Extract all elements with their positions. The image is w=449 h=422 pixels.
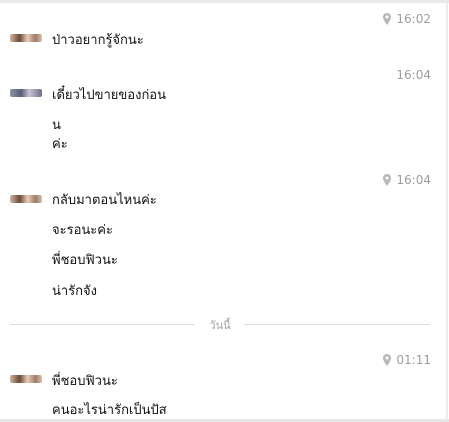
avatar[interactable] [10,375,42,383]
timestamp-text: 01:11 [396,353,431,367]
avatar[interactable] [10,195,42,203]
chat-message[interactable]: ค่ะ [52,137,68,153]
timestamp-text: 16:02 [396,12,431,26]
date-divider-line [10,324,195,325]
scrollbar-track[interactable] [446,0,448,422]
avatar[interactable] [10,34,42,42]
timestamp-text: 16:04 [396,173,431,187]
chat-message[interactable]: จะรอนะค่ะ [52,223,113,239]
location-pin-icon [383,174,392,186]
location-pin-icon [383,13,392,25]
avatar[interactable] [10,89,42,97]
date-divider-label: วันนี้ [209,319,231,332]
chat-message[interactable]: พี่ชอบฟิวนะ [52,253,118,269]
top-border [0,0,449,3]
date-divider-line [244,324,430,325]
message-timestamp: 16:02 [382,12,431,26]
chat-message[interactable]: น่ารักจัง [52,284,97,300]
chat-message[interactable]: ป่าวอยากรู้จักนะ [52,33,144,49]
message-timestamp: 16:04 [396,68,431,82]
message-timestamp: 16:04 [382,173,431,187]
timestamp-text: 16:04 [396,68,431,82]
chat-message[interactable]: คนอะไรน่ารักเป็นปัส [52,403,167,419]
chat-message[interactable]: น [52,118,61,134]
location-pin-icon [383,354,392,366]
message-timestamp: 01:11 [382,353,431,367]
chat-message[interactable]: เดี๋ยวไปขายของก่อน [52,88,166,104]
chat-message[interactable]: พี่ชอบฟิวนะ [52,374,118,390]
chat-message[interactable]: กลับมาตอนไหนค่ะ [52,193,157,209]
